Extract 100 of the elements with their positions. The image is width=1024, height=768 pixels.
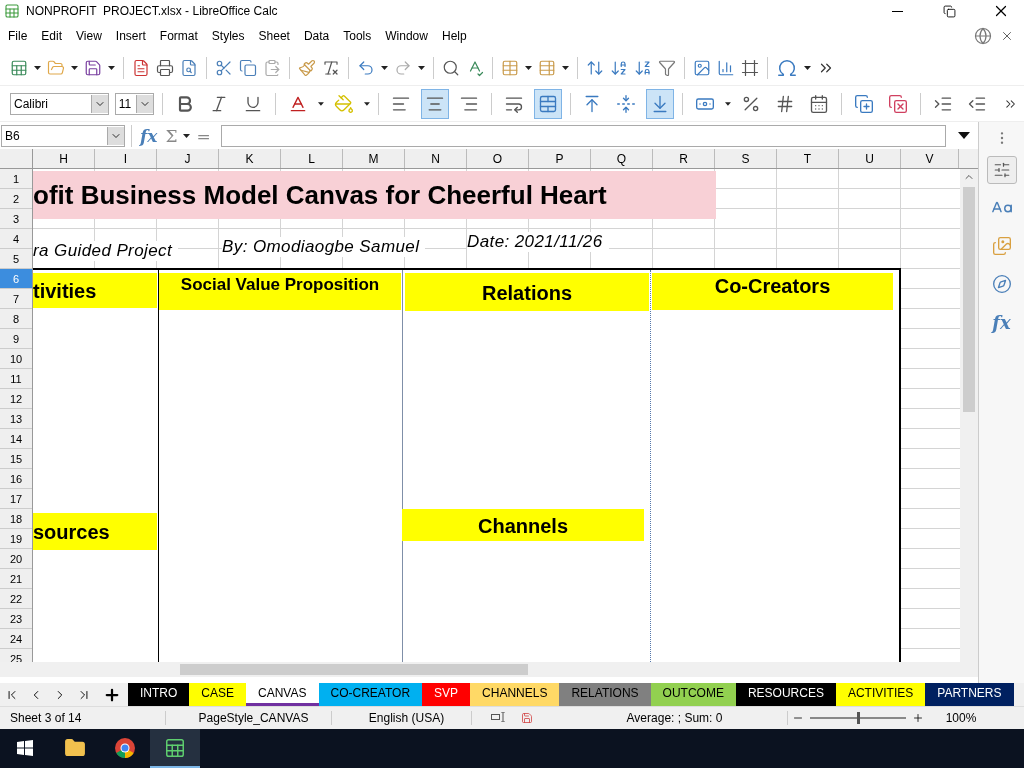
row-header[interactable]: 4 xyxy=(0,229,32,249)
row-header[interactable]: 16 xyxy=(0,469,32,489)
caret-icon[interactable] xyxy=(418,65,425,70)
function-wizard-button[interactable]: fx xyxy=(138,125,160,146)
scrollbar-thumb[interactable] xyxy=(963,187,975,412)
caret-icon[interactable] xyxy=(363,101,370,106)
caret-icon[interactable] xyxy=(318,101,324,106)
column-header[interactable]: S xyxy=(715,149,777,168)
row-header[interactable]: 17 xyxy=(0,489,32,509)
sheet-tab[interactable]: RESOURCES xyxy=(735,683,836,706)
caret-icon[interactable] xyxy=(108,65,115,70)
font-size-field[interactable]: 11 xyxy=(114,92,155,115)
row-header[interactable]: 21 xyxy=(0,569,32,589)
clear-formatting-icon[interactable] xyxy=(322,58,340,77)
sort-ascending-icon[interactable] xyxy=(610,58,628,77)
properties-button[interactable] xyxy=(986,156,1017,184)
row-header[interactable]: 20 xyxy=(0,549,32,569)
undo-icon[interactable] xyxy=(357,58,375,77)
caret-icon[interactable] xyxy=(725,101,732,106)
column-header[interactable]: P xyxy=(529,149,591,168)
row-header[interactable]: 11 xyxy=(0,369,32,389)
font-name-field[interactable]: Calibri xyxy=(10,92,109,115)
menu-item[interactable]: Data xyxy=(297,29,338,43)
menu-item[interactable]: Window xyxy=(379,29,436,43)
sheet-tab[interactable]: CANVAS xyxy=(246,683,319,706)
caret-icon[interactable] xyxy=(381,65,388,70)
column-header[interactable]: H xyxy=(33,149,95,168)
menu-item[interactable]: Edit xyxy=(35,29,71,43)
scrollbar-thumb[interactable] xyxy=(180,664,528,675)
row-header[interactable]: 10 xyxy=(0,349,32,369)
image-icon[interactable] xyxy=(693,58,711,77)
row-header[interactable]: 2 xyxy=(0,189,32,209)
menu-item[interactable]: Format xyxy=(153,29,206,43)
column-header[interactable]: M xyxy=(343,149,405,168)
column-table-icon[interactable] xyxy=(538,58,556,77)
copy-icon[interactable] xyxy=(239,58,257,77)
row-header[interactable]: 3 xyxy=(0,209,32,229)
globe-icon[interactable] xyxy=(974,27,992,45)
sheet-tab[interactable]: CO-CREATOR xyxy=(318,683,423,706)
column-header[interactable]: T xyxy=(777,149,839,168)
caret-icon[interactable] xyxy=(562,65,569,70)
menu-item[interactable]: File xyxy=(2,29,36,43)
menu-item[interactable]: View xyxy=(70,29,110,43)
column-header[interactable]: J xyxy=(157,149,219,168)
sum-button[interactable]: Σ xyxy=(163,125,180,146)
merge-cells-button[interactable] xyxy=(533,88,562,119)
column-header[interactable]: N xyxy=(405,149,467,168)
menu-item[interactable]: Tools xyxy=(337,29,380,43)
sheet-tab[interactable]: ACTIVITIES xyxy=(835,683,926,706)
sheet-tab[interactable]: PARTNERS xyxy=(925,683,1014,706)
caret-icon[interactable] xyxy=(804,65,811,70)
row-header[interactable]: 7 xyxy=(0,289,32,309)
chart-icon[interactable] xyxy=(717,58,735,77)
row-header[interactable]: 22 xyxy=(0,589,32,609)
row-header[interactable]: 18 xyxy=(0,509,32,529)
pdf-icon[interactable] xyxy=(132,58,150,77)
caret-icon[interactable] xyxy=(183,133,191,138)
column-header[interactable]: K xyxy=(219,149,281,168)
row-header[interactable]: 9 xyxy=(0,329,32,349)
sheet-tab[interactable]: RELATIONS xyxy=(559,683,651,706)
row-header[interactable]: 14 xyxy=(0,429,32,449)
row-header[interactable]: 15 xyxy=(0,449,32,469)
zoom-in-icon[interactable] xyxy=(912,712,924,724)
caret-icon[interactable] xyxy=(34,65,41,70)
row-header[interactable]: 1 xyxy=(0,169,32,189)
sheet-tab[interactable]: CHANNELS xyxy=(470,683,560,706)
sheet-tab[interactable]: OUTCOME xyxy=(650,683,736,706)
caret-icon[interactable] xyxy=(525,65,532,70)
save-icon[interactable] xyxy=(84,58,102,77)
caret-icon[interactable] xyxy=(71,65,78,70)
name-box[interactable]: B6 xyxy=(1,124,125,147)
column-header[interactable]: Q xyxy=(591,149,653,168)
functions-button[interactable]: fx xyxy=(986,308,1017,336)
print-preview-icon[interactable] xyxy=(180,58,198,77)
row-header[interactable]: 8 xyxy=(0,309,32,329)
sort-descending-icon[interactable] xyxy=(634,58,652,77)
row-table-icon[interactable] xyxy=(501,58,519,77)
close-icon[interactable] xyxy=(1000,29,1014,43)
column-header[interactable]: I xyxy=(95,149,157,168)
column-header[interactable]: O xyxy=(467,149,529,168)
menu-item[interactable]: Help xyxy=(435,29,475,43)
menu-item[interactable]: Sheet xyxy=(252,29,298,43)
column-header[interactable]: R xyxy=(653,149,715,168)
menu-item[interactable]: Insert xyxy=(109,29,154,43)
align-bottom-button[interactable] xyxy=(646,88,675,119)
print-icon[interactable] xyxy=(156,58,174,77)
column-header[interactable]: L xyxy=(281,149,343,168)
row-header[interactable]: 24 xyxy=(0,629,32,649)
formula-input[interactable] xyxy=(220,124,946,147)
row-header[interactable]: 13 xyxy=(0,409,32,429)
row-header[interactable]: 12 xyxy=(0,389,32,409)
zoom-thumb[interactable] xyxy=(857,712,860,724)
brush-icon[interactable] xyxy=(298,58,316,77)
paste-icon[interactable] xyxy=(263,58,281,77)
align-center-button[interactable] xyxy=(420,88,449,119)
cut-icon[interactable] xyxy=(215,58,233,77)
new-spreadsheet-icon[interactable] xyxy=(10,58,28,77)
sheet-tab[interactable]: CASE xyxy=(189,683,247,706)
column-header[interactable]: U xyxy=(839,149,901,168)
row-header[interactable]: 19 xyxy=(0,529,32,549)
